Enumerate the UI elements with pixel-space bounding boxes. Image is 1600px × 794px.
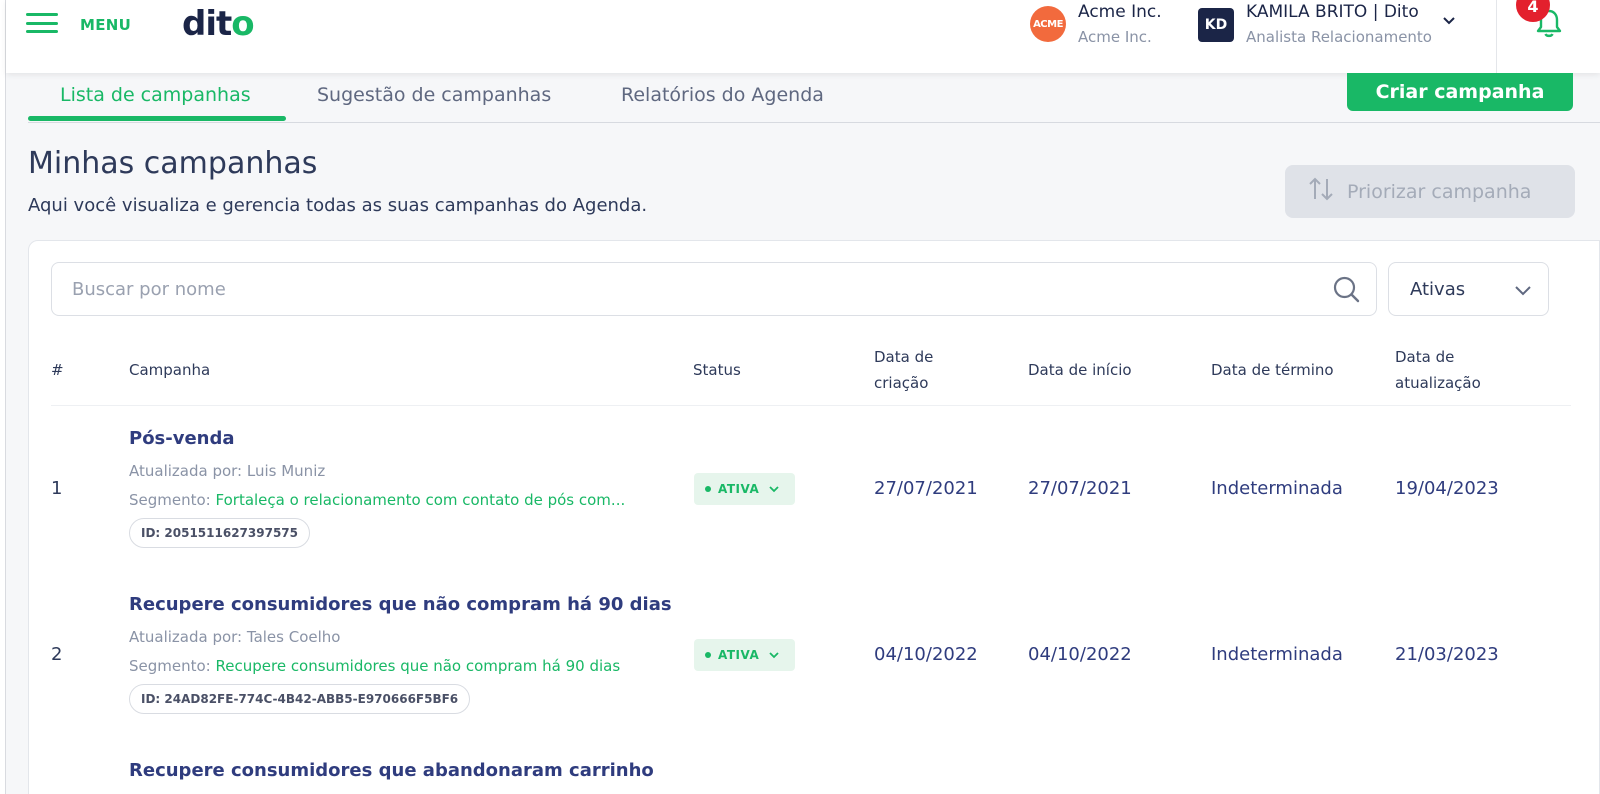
end-date: Indeterminada [1211,644,1343,665]
sort-arrows-icon [1307,175,1335,208]
status-label: ATIVA [718,482,760,496]
active-tab-indicator [28,116,286,121]
menu-label: MENU [80,16,132,34]
campaign-id-pill: ID: 2051511627397575 [129,518,310,548]
col-header-end[interactable]: Data de término [1211,357,1334,383]
logo-dot: o [231,4,254,44]
chevron-down-icon [1442,14,1456,30]
campaign-name-link[interactable]: Pós-venda [129,428,235,449]
col-header-updated[interactable]: Data de atualização [1395,344,1481,396]
header-divider [1496,0,1497,73]
top-header: MENU dito ACME Acme Inc. Acme Inc. KD KA… [6,0,1600,73]
segment-link[interactable]: Recupere consumidores que não compram há… [216,657,621,675]
tab-lista-de-campanhas[interactable]: Lista de campanhas [60,84,251,106]
user-name: KAMILA BRITO | Dito [1246,2,1419,22]
search-input[interactable] [52,263,1312,315]
dito-logo[interactable]: dito [182,4,255,44]
col-header-created-line1: Data de [874,348,934,366]
end-date: Indeterminada [1211,478,1343,499]
prioritize-campaign-button[interactable]: Priorizar campanha [1285,165,1575,218]
updated-by: Atualizada por: Tales Coelho [129,628,341,646]
chevron-down-icon [768,482,780,496]
status-badge[interactable]: ATIVA [694,473,795,505]
table-header-divider [51,405,1571,406]
col-header-status[interactable]: Status [693,357,741,383]
status-label: ATIVA [718,648,760,662]
acme-logo: ACME [1030,6,1066,42]
col-header-num: # [51,361,64,379]
status-dot-icon [705,652,711,658]
campaign-name-link[interactable]: Recupere consumidores que abandonaram ca… [129,760,654,781]
segment-link[interactable]: Fortaleça o relacionamento com contato d… [216,491,626,509]
col-header-updated-line2: atualização [1395,374,1481,392]
create-campaign-button[interactable]: Criar campanha [1347,73,1573,111]
tab-sugestao-de-campanhas[interactable]: Sugestão de campanhas [317,84,551,106]
status-dot-icon [705,486,711,492]
page-title: Minhas campanhas [28,146,318,181]
status-dropdown[interactable]: ATIVA [694,473,795,505]
segment-text: Segmento: Fortaleça o relacionamento com… [129,491,669,509]
menu-button[interactable]: MENU [26,12,131,34]
updated-by: Atualizada por: Luis Muniz [129,462,326,480]
chevron-down-icon [768,648,780,662]
start-date: 04/10/2022 [1028,644,1132,665]
row-number: 2 [51,644,63,665]
segment-label: Segmento: [129,491,216,509]
updated-date: 19/04/2023 [1395,478,1499,499]
created-date: 27/07/2021 [874,478,978,499]
account-name: Acme Inc. [1078,2,1162,22]
created-date: 04/10/2022 [874,644,978,665]
account-sub: Acme Inc. [1078,28,1152,46]
campaigns-card: Ativas # Campanha Status Data de criação… [28,240,1600,794]
status-dropdown[interactable]: ATIVA [694,639,795,671]
status-filter-select[interactable]: Ativas [1388,262,1549,316]
segment-text: Segmento: Recupere consumidores que não … [129,657,669,675]
search-box [51,262,1377,316]
campaign-name-link[interactable]: Recupere consumidores que não compram há… [129,594,672,615]
left-ruler [0,0,6,794]
start-date: 27/07/2021 [1028,478,1132,499]
user-role: Analista Relacionamento [1246,28,1432,46]
updated-date: 21/03/2023 [1395,644,1499,665]
filter-selected-value: Ativas [1410,278,1466,300]
tab-relatorios-do-agenda[interactable]: Relatórios do Agenda [621,84,824,106]
prioritize-label: Priorizar campanha [1347,180,1532,203]
col-header-campaign[interactable]: Campanha [129,357,210,383]
col-header-created[interactable]: Data de criação [874,344,933,396]
user-menu[interactable]: KD KAMILA BRITO | Dito Analista Relacion… [1198,0,1456,46]
segment-label: Segmento: [129,657,216,675]
col-header-start[interactable]: Data de início [1028,357,1132,383]
row-number: 1 [51,478,63,499]
col-header-updated-line1: Data de [1395,348,1455,366]
col-header-created-line2: criação [874,374,929,392]
logo-text: dit [182,4,232,44]
chevron-down-icon [1514,281,1532,302]
page-subtitle: Aqui você visualiza e gerencia todas as … [28,195,648,216]
hamburger-icon [26,13,58,33]
account-selector[interactable]: ACME Acme Inc. Acme Inc. [1030,0,1162,46]
status-badge[interactable]: ATIVA [694,639,795,671]
campaign-id-pill: ID: 24AD82FE-774C-4B42-ABB5-E970666F5BF6 [129,684,471,714]
avatar: KD [1198,8,1234,42]
search-icon[interactable] [1332,275,1362,309]
